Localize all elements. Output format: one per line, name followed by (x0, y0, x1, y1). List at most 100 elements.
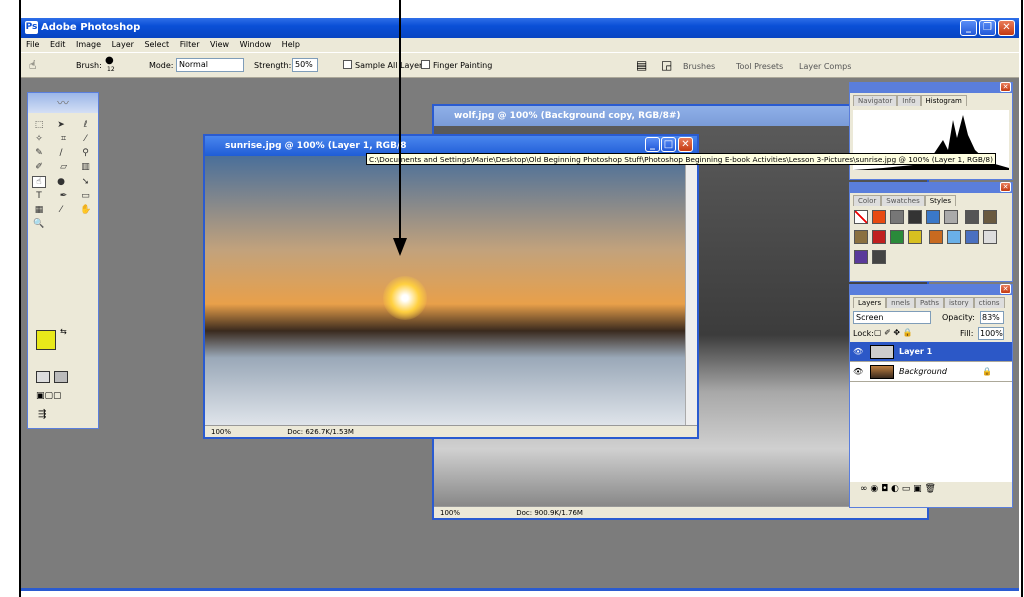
eyedropper-icon[interactable]: ⁄ (54, 205, 68, 217)
menu-window[interactable]: Window (240, 40, 272, 49)
styles-panel-close[interactable]: ✕ (1000, 182, 1011, 192)
menu-select[interactable]: Select (144, 40, 169, 49)
tab-histogram[interactable]: Histogram (920, 95, 967, 106)
close-button[interactable]: ✕ (998, 20, 1015, 36)
eye-icon[interactable]: 👁 (853, 342, 863, 362)
wolf-doc-info[interactable]: Doc: 900.9K/1.76M (516, 509, 583, 517)
sunrise-vscrollbar[interactable] (685, 156, 697, 425)
eraser-tool-icon[interactable]: ▱ (57, 162, 71, 174)
wolf-zoom[interactable]: 100% (440, 509, 460, 517)
eye-icon[interactable]: 👁 (853, 362, 863, 382)
lasso-tool-icon[interactable]: ℓ (79, 120, 93, 132)
tab-color[interactable]: Color (853, 195, 882, 206)
style-swatch[interactable] (944, 210, 958, 224)
style-swatch[interactable] (854, 250, 868, 264)
smudge-tool-icon[interactable]: ☝ (29, 58, 36, 72)
gradient-tool-icon[interactable]: ▥ (79, 162, 93, 174)
shape-tool-icon[interactable]: ▭ (79, 191, 93, 203)
menu-filter[interactable]: Filter (180, 40, 200, 49)
sunrise-zoom[interactable]: 100% (211, 428, 231, 436)
tab-swatches[interactable]: Swatches (881, 195, 925, 206)
style-swatch[interactable] (890, 210, 904, 224)
pen-tool-icon[interactable]: ✒ (57, 191, 71, 203)
menu-view[interactable]: View (210, 40, 229, 49)
move-tool-icon[interactable]: ➤ (54, 120, 68, 132)
menu-help[interactable]: Help (282, 40, 300, 49)
style-swatch[interactable] (908, 210, 922, 224)
layer-name[interactable]: Layer 1 (899, 342, 932, 362)
tab-paths[interactable]: Paths (914, 297, 944, 308)
style-swatch[interactable] (890, 230, 904, 244)
sunrise-document-window[interactable]: sunrise.jpg @ 100% (Layer 1, RGB/8 _ □ ✕… (203, 134, 699, 439)
quick-mask-on-icon[interactable] (54, 371, 68, 383)
jump-to-imageready-icon[interactable]: ⇶ (38, 409, 46, 420)
style-swatch[interactable] (908, 230, 922, 244)
style-swatch[interactable] (982, 210, 997, 224)
tab-layers[interactable]: Layers (853, 297, 887, 308)
style-none[interactable] (854, 210, 868, 224)
tab-navigator[interactable]: Navigator (853, 95, 898, 106)
sunrise-doc-info[interactable]: Doc: 626.7K/1.53M (287, 428, 354, 436)
tab-styles[interactable]: Styles (924, 195, 956, 206)
finger-painting-checkbox[interactable] (421, 60, 430, 69)
style-swatch[interactable] (946, 230, 961, 244)
tab-channels[interactable]: nnels (886, 297, 915, 308)
restore-button[interactable]: ❐ (979, 20, 996, 36)
style-swatch[interactable] (982, 230, 997, 244)
style-swatch[interactable] (964, 210, 979, 224)
strength-input[interactable]: 50% (292, 58, 318, 72)
type-tool-icon[interactable]: T (32, 191, 46, 203)
mode-select[interactable]: Normal (176, 58, 244, 72)
zoom-tool-icon[interactable]: 🔍 (32, 219, 46, 231)
menu-edit[interactable]: Edit (50, 40, 66, 49)
menu-image[interactable]: Image (76, 40, 101, 49)
style-swatch[interactable] (928, 230, 943, 244)
brush-tool-icon[interactable]: ∕ (54, 148, 68, 160)
blend-mode-select[interactable]: Screen (853, 311, 931, 324)
tab-history[interactable]: istory (943, 297, 974, 308)
smudge-tool-button-icon[interactable]: ☝ (32, 176, 46, 188)
marquee-tool-icon[interactable]: ⬚ (32, 120, 46, 132)
magic-wand-icon[interactable]: ✧ (32, 134, 46, 146)
screen-mode-icons[interactable]: ▣▢▢ (36, 391, 62, 401)
tab-brushes[interactable]: Brushes (683, 62, 715, 71)
quick-mask-off-icon[interactable] (36, 371, 50, 383)
layers-panel-close[interactable]: ✕ (1000, 284, 1011, 294)
histogram-panel-close[interactable]: ✕ (1000, 82, 1011, 92)
opacity-input[interactable]: 83% (980, 311, 1004, 324)
hand-tool-icon[interactable]: ✋ (79, 205, 93, 217)
layer-name[interactable]: Background (899, 362, 947, 382)
sunrise-minimize-button[interactable]: _ (645, 137, 660, 152)
dodge-tool-icon[interactable]: ● (54, 177, 68, 189)
image-ready-icon[interactable]: ◲ (661, 58, 672, 72)
stamp-tool-icon[interactable]: ⚲ (79, 148, 93, 160)
tab-tool-presets[interactable]: Tool Presets (736, 62, 783, 71)
style-swatch[interactable] (872, 250, 886, 264)
notes-tool-icon[interactable]: ▦ (32, 205, 46, 217)
sunrise-maximize-button[interactable]: □ (661, 137, 676, 152)
style-swatch[interactable] (872, 210, 886, 224)
style-swatch[interactable] (872, 230, 886, 244)
crop-tool-icon[interactable]: ⌗ (57, 134, 71, 146)
sunrise-canvas[interactable] (205, 156, 685, 425)
brush-preset-icon[interactable]: ● (105, 55, 114, 66)
layer-row[interactable]: 👁 Background 🔒 (850, 362, 1012, 382)
menu-file[interactable]: File (26, 40, 39, 49)
healing-brush-icon[interactable]: ✎ (32, 148, 46, 160)
tab-info[interactable]: Info (897, 95, 921, 106)
minimize-button[interactable]: _ (960, 20, 977, 36)
file-browser-icon[interactable]: ▤ (636, 58, 647, 72)
style-swatch[interactable] (964, 230, 979, 244)
sample-all-checkbox[interactable] (343, 60, 352, 69)
style-swatch[interactable] (854, 230, 868, 244)
style-swatch[interactable] (926, 210, 940, 224)
swap-colors-icon[interactable]: ⇆ (60, 327, 67, 336)
fill-input[interactable]: 100% (978, 327, 1004, 340)
foreground-color-swatch[interactable] (36, 330, 56, 350)
slice-tool-icon[interactable]: ⁄ (79, 134, 93, 146)
layer-row[interactable]: 👁 Layer 1 (850, 342, 1012, 362)
menu-layer[interactable]: Layer (112, 40, 134, 49)
tab-layer-comps[interactable]: Layer Comps (799, 62, 851, 71)
lock-icons[interactable]: ▢ ✐ ✥ 🔒 (874, 328, 913, 337)
path-select-icon[interactable]: ➘ (79, 177, 93, 189)
